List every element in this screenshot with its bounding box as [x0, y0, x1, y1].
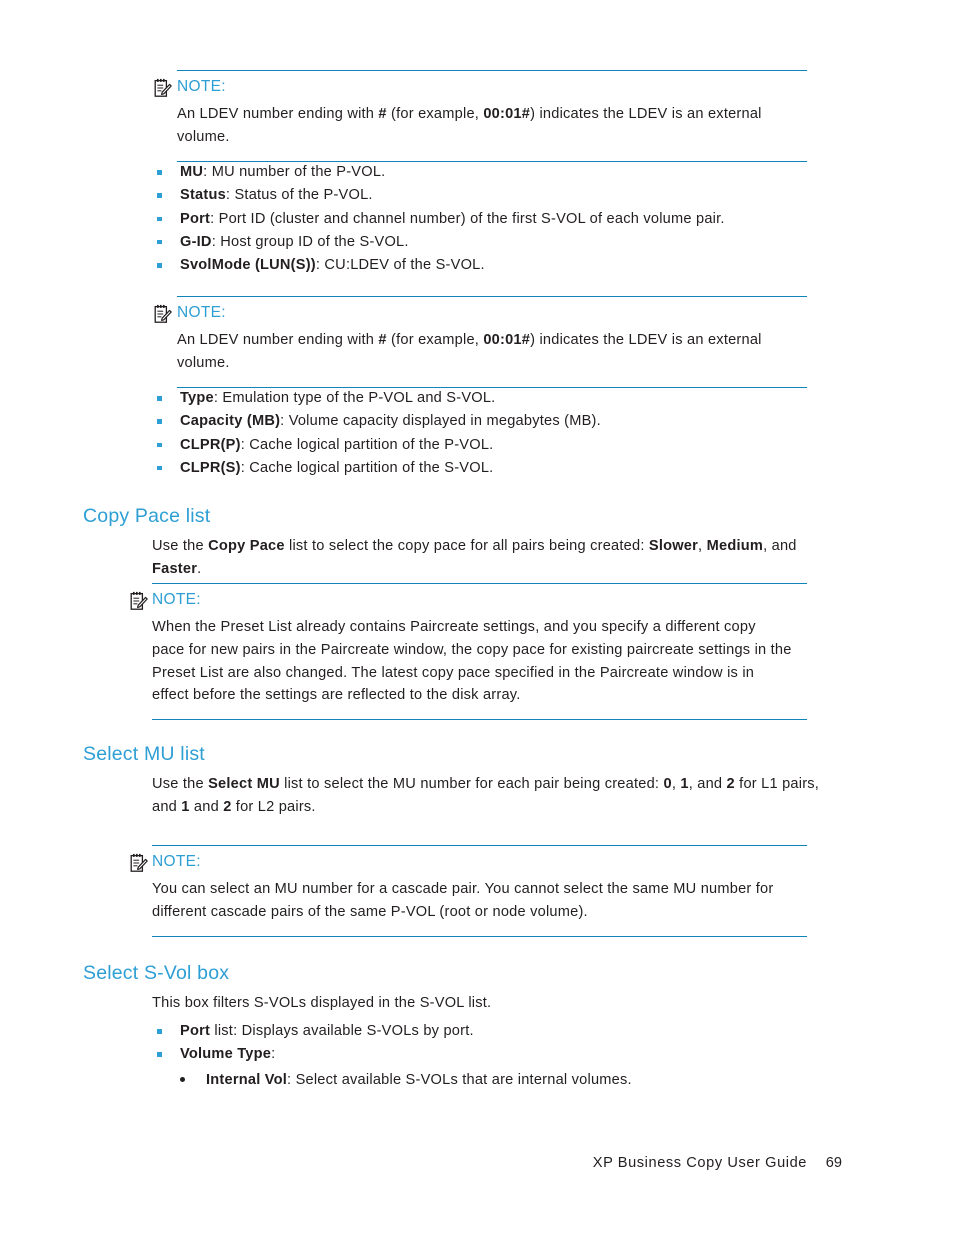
svol-filter-list: Port list: Displays available S-VOLs by …: [152, 1020, 842, 1067]
note-body: You can select an MU number for a cascad…: [152, 881, 774, 920]
bullet-dot-icon: [180, 1077, 185, 1082]
note-label: NOTE:: [177, 304, 226, 321]
list-item-desc: : Cache logical partition of the P-VOL.: [240, 436, 494, 453]
note-block-copy-pace: NOTE: When the Preset List already conta…: [130, 583, 807, 721]
footer-document-title: XP Business Copy User Guide: [592, 1155, 807, 1171]
note-emphasis-ldev: 00:01#: [483, 332, 531, 348]
bullet-square-icon: [157, 1052, 162, 1057]
note-bottom-rule: [152, 935, 807, 937]
list-item: CLPR(P): Cache logical partition of the …: [152, 434, 842, 457]
note-pad-pen-icon: [130, 591, 148, 611]
list-item: CLPR(S): Cache logical partition of the …: [152, 457, 842, 480]
emphasis-mu-2: 2: [726, 776, 735, 792]
bullet-square-icon: [157, 419, 162, 424]
emphasis-mu-2b: 2: [223, 799, 232, 815]
list-item: Type: Emulation type of the P-VOL and S-…: [152, 387, 842, 410]
list-item-desc: : Cache logical partition of the S-VOL.: [240, 459, 494, 476]
list-item: G-ID: Host group ID of the S-VOL.: [152, 231, 842, 254]
list-item-desc: : CU:LDEV of the S-VOL.: [315, 257, 485, 274]
emphasis-medium: Medium: [706, 538, 764, 554]
list-item-desc: : MU number of the P-VOL.: [203, 164, 386, 180]
bullet-square-icon: [157, 396, 162, 401]
note-block-ldev-external-1: NOTE: An LDEV number ending with # (for …: [154, 70, 807, 162]
list-item-desc: : Status of the P-VOL.: [225, 187, 373, 204]
volume-field-list: Type: Emulation type of the P-VOL and S-…: [152, 387, 842, 480]
list-item-term: Internal Vol: [206, 1072, 288, 1088]
list-item-desc: : Volume capacity displayed in megabytes…: [280, 413, 601, 430]
bullet-square-icon: [157, 1029, 162, 1034]
list-item: Internal Vol: Select available S-VOLs th…: [176, 1069, 836, 1092]
list-item-term: Volume Type: [180, 1046, 272, 1063]
list-item: Port list: Displays available S-VOLs by …: [152, 1020, 842, 1043]
note-block-select-mu: NOTE: You can select an MU number for a …: [130, 845, 807, 937]
emphasis-mu-1b: 1: [181, 799, 190, 815]
list-item-term: Port: [180, 210, 211, 227]
list-item-desc: :: [271, 1046, 276, 1063]
heading-select-svol-box: Select S-Vol box: [83, 962, 230, 984]
list-item-desc: : Host group ID of the S-VOL.: [211, 233, 409, 250]
list-item: SvolMode (LUN(S)): CU:LDEV of the S-VOL.: [152, 254, 842, 277]
list-item-desc: : Port ID (cluster and channel number) o…: [210, 210, 725, 227]
list-item-desc: : Select available S-VOLs that are inter…: [287, 1072, 632, 1088]
note-body: An LDEV number ending with # (for exampl…: [177, 332, 762, 371]
note-body: When the Preset List already contains Pa…: [152, 619, 792, 704]
list-item-term: Type: [180, 390, 214, 406]
pvol-field-list: MU: MU number of the P-VOL. Status: Stat…: [152, 161, 842, 277]
note-label: NOTE:: [152, 853, 201, 870]
list-item-term: Status: [180, 187, 226, 204]
emphasis-mu-1: 1: [680, 776, 689, 792]
footer-page-number: 69: [825, 1155, 842, 1171]
emphasis-mu-0: 0: [663, 776, 672, 792]
note-label: NOTE:: [152, 591, 201, 608]
note-pad-pen-icon: [154, 78, 172, 98]
list-item-term: CLPR(P): [180, 436, 241, 453]
bullet-square-icon: [157, 263, 162, 268]
list-item: Volume Type:: [152, 1043, 842, 1066]
paragraph-select-mu: Use the Select MU list to select the MU …: [152, 776, 820, 815]
note-emphasis-hash: #: [378, 332, 387, 348]
heading-select-mu-list: Select MU list: [83, 743, 205, 765]
list-item-term: CLPR(S): [180, 459, 241, 476]
list-item-term: SvolMode (LUN(S)): [180, 257, 316, 274]
note-block-ldev-external-2: NOTE: An LDEV number ending with # (for …: [154, 296, 807, 388]
bullet-square-icon: [157, 216, 162, 222]
list-item-term: MU: [180, 164, 204, 180]
paragraph-copy-pace: Use the Copy Pace list to select the cop…: [152, 538, 797, 577]
note-emphasis-hash: #: [378, 106, 387, 122]
bullet-square-icon: [157, 170, 162, 175]
list-item-desc: list: Displays available S-VOLs by port.: [210, 1023, 474, 1039]
note-label: NOTE:: [177, 78, 226, 95]
bullet-square-icon: [157, 465, 162, 471]
emphasis-slower: Slower: [648, 538, 699, 554]
paragraph-select-svol: This box filters S-VOLs displayed in the…: [152, 995, 492, 1011]
list-item: MU: MU number of the P-VOL.: [152, 161, 842, 184]
note-pad-pen-icon: [154, 304, 172, 324]
note-bottom-rule: [152, 719, 807, 721]
bullet-square-icon: [157, 239, 162, 245]
list-item: Status: Status of the P-VOL.: [152, 184, 842, 207]
bullet-square-icon: [157, 193, 162, 198]
note-pad-pen-icon: [130, 853, 148, 873]
emphasis-copy-pace: Copy Pace: [208, 538, 285, 554]
emphasis-faster: Faster: [152, 561, 198, 577]
emphasis-select-mu: Select MU: [208, 776, 280, 792]
heading-copy-pace-list: Copy Pace list: [83, 505, 211, 527]
list-item-desc: : Emulation type of the P-VOL and S-VOL.: [213, 390, 496, 406]
list-item-term: Port: [180, 1023, 211, 1039]
list-item-term: Capacity (MB): [180, 413, 281, 430]
list-item-term: G-ID: [180, 233, 212, 250]
bullet-square-icon: [157, 442, 162, 448]
list-item: Capacity (MB): Volume capacity displayed…: [152, 410, 842, 433]
page-footer: XP Business Copy User Guide 69: [0, 1155, 954, 1177]
document-page: NOTE: An LDEV number ending with # (for …: [0, 0, 954, 1235]
note-emphasis-ldev: 00:01#: [483, 106, 531, 122]
list-item: Port: Port ID (cluster and channel numbe…: [152, 208, 842, 231]
note-body: An LDEV number ending with # (for exampl…: [177, 106, 762, 145]
svol-volume-type-sublist: Internal Vol: Select available S-VOLs th…: [176, 1069, 836, 1092]
